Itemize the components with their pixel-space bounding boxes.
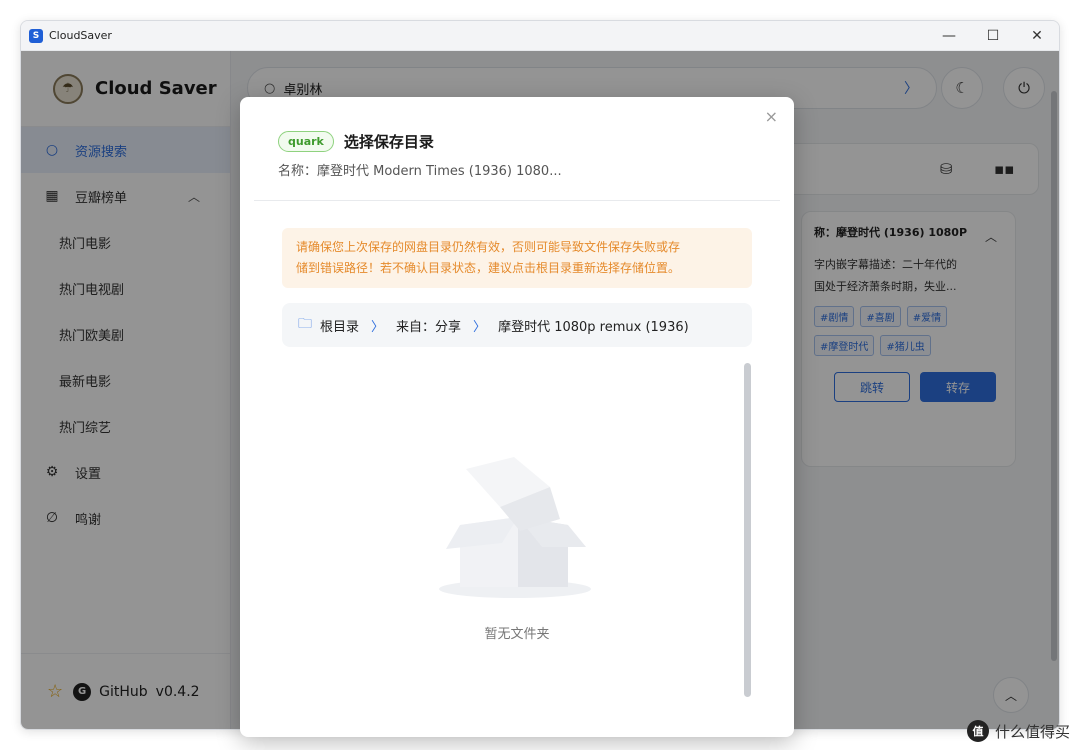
empty-state-text: 暂无文件夹 <box>484 627 550 642</box>
app-icon: S <box>29 28 43 43</box>
warning-line: 请确保您上次保存的网盘目录仍然有效，否则可能导致文件保存失败或存 <box>296 240 681 254</box>
chevron-right-icon: 〉 <box>371 319 385 335</box>
chevron-right-icon: 〉 <box>473 319 487 335</box>
warning-line: 储到错误路径！若不确认目录状态，建议点击根目录重新选择存储位置。 <box>296 261 681 275</box>
title-bar: S CloudSaver — ☐ ✕ <box>21 21 1059 51</box>
dialog-title: 选择保存目录 <box>343 133 434 151</box>
watermark: 值 什么值得买 <box>966 720 1070 742</box>
dialog-scrollbar[interactable] <box>744 363 751 697</box>
dialog-title-row: quark 选择保存目录 <box>278 131 742 152</box>
breadcrumb-current[interactable]: 摩登时代 1080p remux (1936) <box>498 316 689 335</box>
warning-alert: 请确保您上次保存的网盘目录仍然有效，否则可能导致文件保存失败或存 储到错误路径！… <box>282 228 752 288</box>
close-window-button[interactable]: ✕ <box>1015 21 1059 51</box>
breadcrumb-share[interactable]: 来自：分享 <box>396 316 461 335</box>
dialog-subtitle: 名称：摩登时代 Modern Times (1936) 1080... <box>278 164 562 179</box>
smzdm-logo-icon: 值 <box>966 720 989 742</box>
window-title: CloudSaver <box>49 29 112 42</box>
save-directory-dialog: × quark 选择保存目录 名称：摩登时代 Modern Times (193… <box>240 97 794 737</box>
breadcrumb-root[interactable]: 根目录 <box>320 316 359 335</box>
breadcrumb: 🗀 根目录 〉 来自：分享 〉 摩登时代 1080p remux (1936) <box>282 303 752 347</box>
minimize-button[interactable]: — <box>927 21 971 51</box>
close-icon[interactable]: × <box>765 107 778 126</box>
maximize-button[interactable]: ☐ <box>971 21 1015 51</box>
dialog-header: quark 选择保存目录 名称：摩登时代 Modern Times (1936)… <box>254 97 780 201</box>
empty-box-icon <box>430 447 600 607</box>
quark-badge: quark <box>278 131 334 152</box>
watermark-text: 什么值得买 <box>994 722 1070 741</box>
folder-icon: 🗀 <box>298 316 312 332</box>
window-controls: — ☐ ✕ <box>927 21 1059 51</box>
